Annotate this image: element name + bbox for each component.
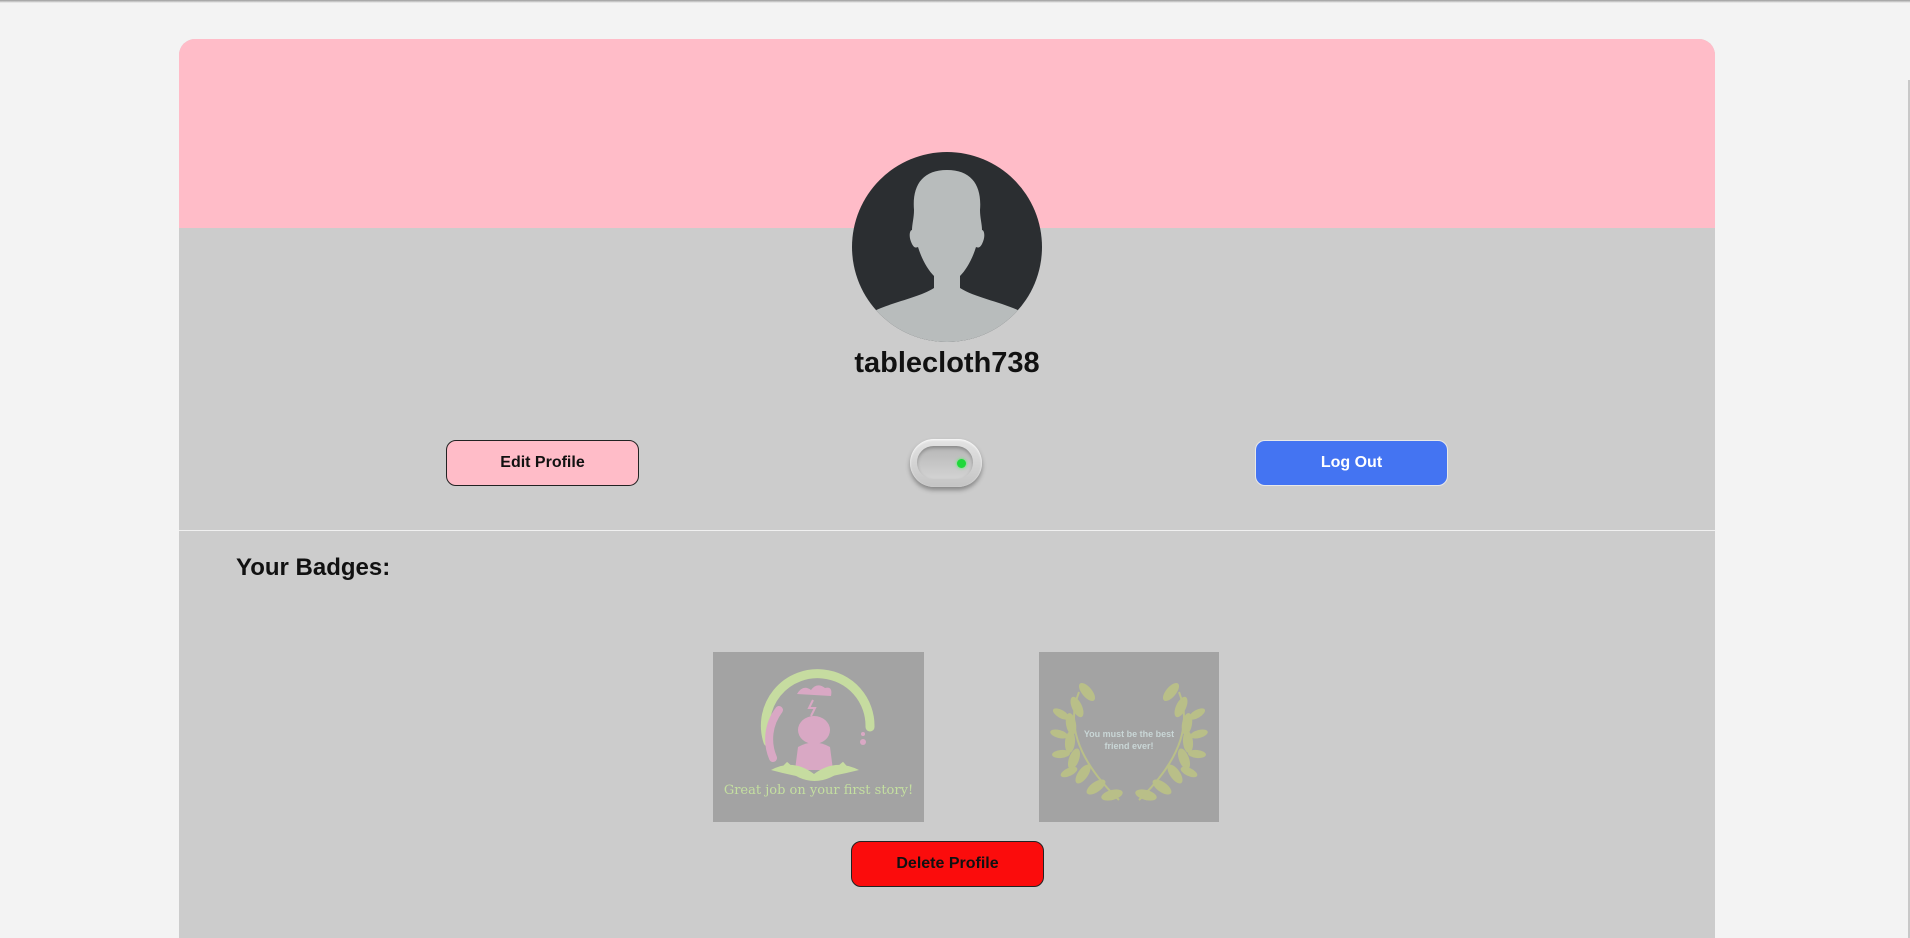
delete-profile-button[interactable]: Delete Profile (851, 841, 1044, 887)
username: tablecloth738 (854, 347, 1040, 379)
badge-caption: Great job on your first story! (723, 783, 914, 798)
logout-button[interactable]: Log Out (1255, 440, 1448, 486)
badge-best-friend: You must be the best friend ever! (1039, 652, 1219, 822)
profile-card: tablecloth738 Edit Profile Log Out Your … (179, 39, 1715, 938)
toggle-indicator-light (957, 459, 966, 468)
theme-toggle[interactable] (910, 439, 982, 487)
badge-caption: You must be the best friend ever! (1083, 729, 1175, 751)
browser-top-shadow (0, 0, 1910, 3)
edit-profile-button[interactable]: Edit Profile (446, 440, 639, 486)
badge-first-story: Great job on your first story! (713, 652, 924, 822)
user-silhouette-icon (860, 170, 1034, 342)
badges-heading: Your Badges: (236, 554, 391, 581)
section-divider (179, 530, 1715, 531)
avatar (852, 152, 1042, 342)
